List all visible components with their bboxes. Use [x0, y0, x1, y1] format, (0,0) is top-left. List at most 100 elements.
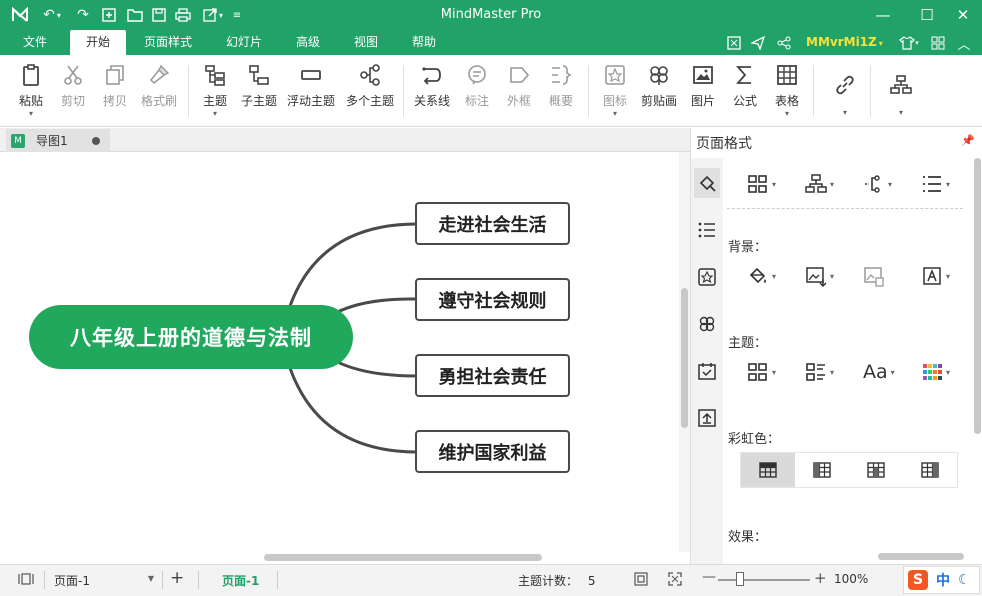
document-tab[interactable]: M 导图1: [6, 129, 110, 152]
scrollbar-thumb[interactable]: [681, 288, 688, 428]
scrollbar-thumb[interactable]: [974, 158, 981, 434]
minimize-icon[interactable]: —: [860, 0, 906, 30]
user-name[interactable]: MMvrMi1Z ▾: [806, 35, 883, 49]
outline-icon[interactable]: [694, 215, 720, 245]
main-topic-4[interactable]: 维护国家利益: [415, 430, 570, 473]
tab-view[interactable]: 视图: [344, 30, 388, 55]
mark-icon[interactable]: [694, 262, 720, 292]
fullscreen-icon[interactable]: [668, 572, 682, 589]
export-icon[interactable]: ▾: [198, 4, 228, 26]
tab-home[interactable]: 开始: [70, 30, 126, 55]
zoom-level[interactable]: 100%: [834, 572, 868, 586]
clipart-icon: [650, 66, 668, 85]
canvas-vertical-scrollbar[interactable]: [679, 152, 690, 552]
tab-slides[interactable]: 幻灯片: [218, 30, 270, 55]
open-icon[interactable]: [124, 4, 146, 26]
page-tab[interactable]: 页面-1: [222, 572, 259, 589]
subtopic-button[interactable]: 子主题: [240, 63, 278, 121]
zoom-out-icon[interactable]: —: [702, 569, 716, 585]
main-topic-1[interactable]: 走进社会生活: [415, 202, 570, 245]
boundary-button[interactable]: 外框: [504, 63, 534, 121]
picture-button[interactable]: 图片: [688, 63, 718, 121]
collapse-icon[interactable]: ︿: [954, 33, 974, 53]
layout-button[interactable]: ▾: [805, 172, 834, 196]
print-icon[interactable]: [172, 4, 194, 26]
multiple-topics-button[interactable]: 多个主题: [344, 63, 396, 121]
customize-icon[interactable]: ≡: [230, 4, 244, 26]
undo-icon[interactable]: ↶ ▾: [38, 4, 66, 26]
canvas-horizontal-scrollbar[interactable]: [0, 552, 690, 564]
rainbow-option-2[interactable]: [795, 453, 849, 487]
add-page-icon[interactable]: +: [170, 568, 184, 588]
background-image-button[interactable]: ▾: [805, 264, 834, 288]
floating-topic-button[interactable]: 浮动主题: [285, 63, 337, 121]
cut-button[interactable]: 剪切: [58, 63, 88, 121]
copy-icon: [106, 65, 124, 85]
panel-vertical-scrollbar[interactable]: [972, 148, 982, 564]
numbering-button[interactable]: ▾: [921, 172, 950, 196]
rainbow-option-4[interactable]: [903, 453, 957, 487]
panel-content: ▾ ▾ ▾ ▾ 背景： ▾ ▾ ▾ 主题： ▾ ▾ Aa ▾ ▾ 彩虹色： 效果…: [727, 158, 967, 564]
grid-icon[interactable]: [928, 33, 948, 53]
theme-button[interactable]: ▾: [747, 360, 776, 384]
main-topic-2[interactable]: 遵守社会规则: [415, 278, 570, 321]
zoom-slider-handle[interactable]: [736, 572, 744, 586]
remove-background-button[interactable]: [863, 264, 885, 288]
panel-horizontal-scrollbar[interactable]: [726, 552, 966, 562]
logo-icon[interactable]: [8, 4, 32, 26]
rainbow-option-1[interactable]: [741, 453, 795, 487]
task-icon[interactable]: [694, 356, 720, 386]
clipart-button[interactable]: 剪贴画: [640, 63, 678, 121]
zoom-in-icon[interactable]: +: [814, 569, 827, 587]
fullscreen-icon[interactable]: [724, 33, 744, 53]
tab-help[interactable]: 帮助: [402, 30, 446, 55]
formula-button[interactable]: 公式: [730, 63, 760, 121]
scrollbar-thumb[interactable]: [264, 554, 542, 561]
link-button[interactable]: ▾: [830, 73, 860, 131]
ime-toolbar[interactable]: S 中 ☾: [903, 566, 980, 594]
watermark-button[interactable]: ▾: [921, 264, 950, 288]
unsaved-dot-icon[interactable]: [92, 137, 100, 145]
upload-icon[interactable]: [694, 403, 720, 433]
shirt-icon[interactable]: ▾: [896, 33, 922, 53]
pin-icon[interactable]: 📌: [961, 134, 975, 147]
central-topic[interactable]: 八年级上册的道德与法制: [29, 305, 353, 369]
boundary-icon: [510, 67, 530, 83]
theme-color-button[interactable]: ▾: [921, 360, 950, 384]
layout-button[interactable]: ▾: [886, 73, 916, 131]
main-topic-3[interactable]: 勇担社会责任: [415, 354, 570, 397]
structure-button[interactable]: ▾: [747, 172, 776, 196]
theme-font-button[interactable]: Aa ▾: [863, 360, 895, 384]
paste-button[interactable]: 粘贴 ▾: [14, 63, 48, 121]
new-icon[interactable]: [98, 4, 120, 26]
redo-icon[interactable]: ↷: [72, 4, 94, 26]
rainbow-option-3[interactable]: [849, 453, 903, 487]
relationship-button[interactable]: 关系线: [413, 63, 451, 121]
tab-file[interactable]: 文件: [12, 30, 58, 55]
tab-page-style[interactable]: 页面样式: [136, 30, 200, 55]
theme-style-button[interactable]: ▾: [805, 360, 834, 384]
connector-style-button[interactable]: ▾: [863, 172, 892, 196]
save-icon[interactable]: [148, 4, 170, 26]
tab-advanced[interactable]: 高级: [286, 30, 330, 55]
close-icon[interactable]: ✕: [940, 0, 982, 30]
fit-page-icon[interactable]: [634, 572, 648, 589]
zoom-slider[interactable]: [718, 579, 810, 581]
callout-button[interactable]: 标注: [462, 63, 492, 121]
format-icon[interactable]: [694, 168, 720, 198]
send-icon[interactable]: [748, 33, 768, 53]
share-icon[interactable]: [774, 33, 794, 53]
table-button[interactable]: 表格 ▾: [772, 63, 802, 121]
page-select[interactable]: 页面-1 ▼: [54, 572, 154, 589]
fill-color-button[interactable]: ▾: [747, 264, 776, 288]
topic-button[interactable]: 主题 ▾: [200, 63, 230, 121]
format-brush-button[interactable]: 格式刷: [138, 63, 180, 121]
mark-button[interactable]: 图标 ▾: [600, 63, 630, 121]
copy-button[interactable]: 拷贝: [100, 63, 130, 121]
summary-button[interactable]: 概要: [546, 63, 576, 121]
clipart-icon[interactable]: [694, 309, 720, 339]
mindmap-canvas[interactable]: 八年级上册的道德与法制 走进社会生活 遵守社会规则 勇担社会责任 维护国家利益: [0, 152, 680, 552]
scrollbar-thumb[interactable]: [878, 553, 964, 560]
relationship-icon: [422, 67, 441, 85]
page-list-icon[interactable]: [18, 572, 34, 589]
